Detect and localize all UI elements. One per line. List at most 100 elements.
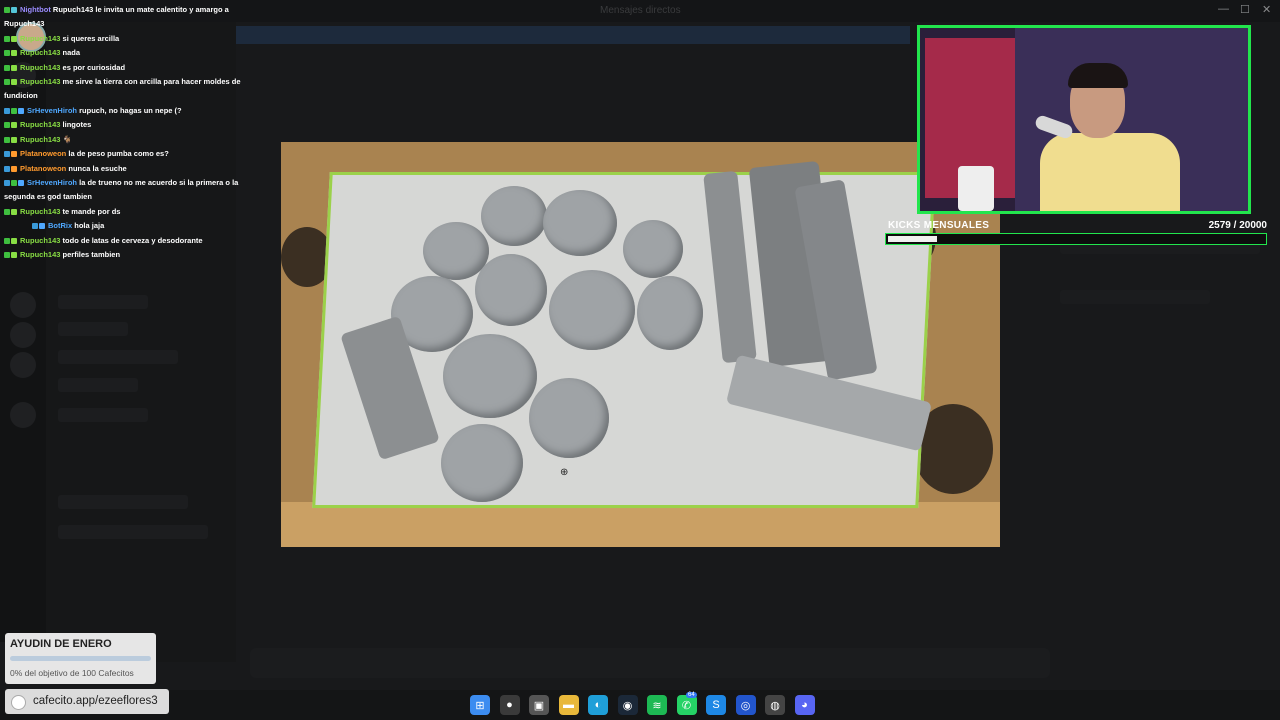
webcam-overlay (917, 25, 1251, 214)
search-icon[interactable]: ● (499, 695, 520, 715)
member-list-item (1060, 290, 1210, 304)
aluminum-ingot (481, 186, 547, 246)
chat-badge-icon (4, 252, 10, 259)
chat-badge-icon (4, 151, 10, 158)
list-item[interactable] (58, 322, 128, 336)
streamer-shirt (1040, 133, 1180, 211)
steam-icon[interactable]: ◉ (617, 695, 638, 715)
chat-message-text: nada (62, 48, 81, 58)
chat-badge-icon (11, 64, 17, 71)
table-edge (281, 502, 1000, 547)
streamer (1040, 63, 1180, 211)
chat-username[interactable]: Rupuch143 (20, 207, 60, 216)
list-item[interactable] (58, 378, 138, 392)
chat-message: Rupuch143 es por curiosidad (4, 61, 269, 75)
task-view-icon[interactable]: ▣ (529, 695, 549, 715)
chat-message-text: lingotes (62, 120, 92, 130)
chat-badge-icon (11, 237, 17, 244)
windows-start-icon[interactable]: ⊞ (470, 695, 490, 715)
chat-username[interactable]: Nightbot (20, 5, 51, 14)
message-input[interactable] (250, 648, 1050, 678)
donation-url-widget: cafecito.app/ezeeflores3 (5, 689, 169, 714)
chat-badges (4, 61, 18, 75)
list-item[interactable] (58, 525, 208, 539)
chat-username[interactable]: Rupuch143 (20, 250, 60, 259)
file-explorer-icon[interactable]: ▬ (558, 695, 579, 715)
server-icon[interactable] (10, 402, 36, 428)
chat-message-text: hola jaja (74, 221, 105, 231)
chat-username[interactable]: BotRix (48, 221, 72, 230)
server-icon[interactable] (10, 292, 36, 318)
chat-message: Rupuch143 todo de latas de cerveza y des… (4, 234, 269, 248)
chat-badge-icon (4, 35, 10, 42)
stream-chat: Nightbot Rupuch143 le invita un mate cal… (4, 3, 269, 262)
close-button[interactable]: ✕ (1262, 3, 1271, 16)
goal-subtitle: 0% del objetivo de 100 Cafecitos (10, 668, 134, 678)
chat-message-text: es por curiosidad (62, 62, 126, 72)
aluminum-ingot (443, 334, 537, 418)
obs-studio-icon[interactable]: ◍ (765, 695, 785, 715)
server-icon[interactable] (10, 322, 36, 348)
chat-message-text: si queres arcilla (62, 33, 120, 43)
chat-username[interactable]: Rupuch143 (20, 77, 60, 86)
whatsapp-icon[interactable]: ✆ (676, 695, 697, 715)
chat-username[interactable]: SrHevenHiroh (27, 178, 77, 187)
shared-image-preview[interactable] (281, 142, 1000, 547)
chat-badge-icon (11, 7, 17, 14)
chat-badge-icon (4, 79, 10, 86)
aluminum-ingot (549, 270, 635, 350)
obs-web-icon[interactable]: ◎ (735, 695, 756, 715)
chat-username[interactable]: Platanoweon (20, 164, 66, 173)
chat-message: Rupuch143 te mande por ds (4, 205, 269, 219)
chat-badge-icon (11, 179, 17, 186)
chat-message: Platanoweon la de peso pumba como es? (4, 147, 269, 161)
chat-badges (4, 3, 18, 17)
chat-message: Rupuch143 si queres arcilla (4, 32, 269, 46)
skype-icon[interactable]: S (706, 695, 726, 715)
chat-badge-icon (4, 165, 10, 172)
chat-username[interactable]: Rupuch143 (20, 120, 60, 129)
chat-message: Rupuch143 nada (4, 46, 269, 60)
chat-badge-icon (11, 151, 17, 158)
chat-badge-icon (4, 122, 10, 129)
kicks-progress-fill (888, 236, 937, 242)
chat-badge-icon (4, 64, 10, 71)
chat-username[interactable]: SrHevenHiroh (27, 106, 77, 115)
chat-username[interactable]: Rupuch143 (20, 34, 60, 43)
chat-badges (4, 75, 18, 89)
chat-badge-icon (4, 107, 10, 114)
chat-message: Rupuch143 lingotes (4, 118, 269, 132)
chat-message: SrHevenHiroh la de trueno no me acuerdo … (4, 176, 269, 205)
spotify-icon[interactable]: ≋ (647, 695, 667, 715)
chat-badge-icon (32, 223, 38, 230)
chat-username[interactable]: Rupuch143 (20, 135, 60, 144)
chat-badge-icon (11, 136, 17, 143)
minimize-button[interactable]: — (1218, 3, 1229, 15)
list-item[interactable] (58, 350, 178, 364)
chat-badges (4, 104, 25, 118)
chat-badge-icon (4, 136, 10, 143)
window-title: Mensajes directos (600, 5, 681, 16)
list-item[interactable] (58, 495, 188, 509)
edge-browser-icon[interactable]: ◐ (588, 695, 608, 715)
chat-message: Rupuch143 me sirve la tierra con arcilla… (4, 75, 269, 104)
list-item[interactable] (58, 295, 148, 309)
chat-message-text: perfiles tambien (62, 250, 121, 260)
aluminum-ingot (543, 190, 617, 256)
chat-username[interactable]: Rupuch143 (20, 236, 60, 245)
zoom-cursor-icon: ⊕ (560, 467, 569, 478)
server-icon[interactable] (10, 352, 36, 378)
list-item[interactable] (58, 408, 148, 422)
chat-username[interactable]: Rupuch143 (20, 48, 60, 57)
chat-badge-icon (4, 208, 10, 215)
chat-message-text: rupuch, no hagas un nepe (? (79, 105, 182, 115)
donation-url: cafecito.app/ezeeflores3 (33, 695, 158, 707)
maximize-button[interactable]: ☐ (1240, 3, 1250, 16)
chat-badges (4, 46, 18, 60)
goal-progress-bar (10, 656, 151, 661)
discord-icon[interactable]: ◕ (794, 695, 815, 715)
chat-badge-icon (11, 208, 17, 215)
chat-username[interactable]: Platanoweon (20, 149, 66, 158)
chat-message: Platanoweon nunca la esuche (4, 162, 269, 176)
chat-username[interactable]: Rupuch143 (20, 63, 60, 72)
